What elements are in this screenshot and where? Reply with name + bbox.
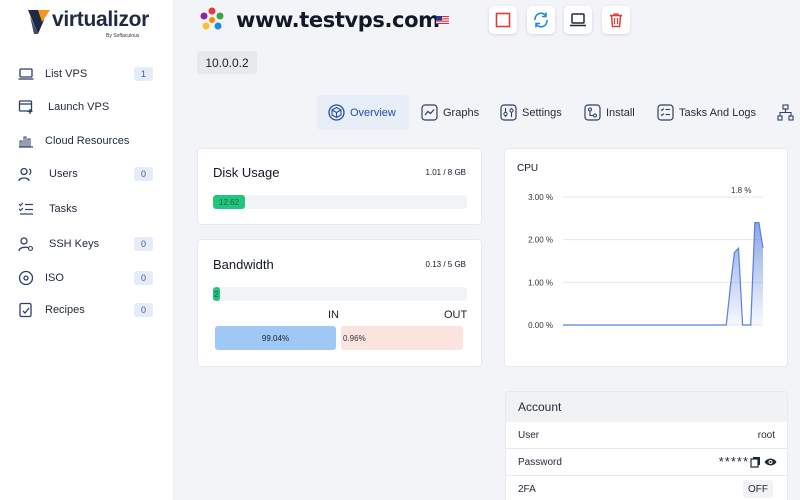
logo-icon <box>28 10 50 34</box>
card-title: Bandwidth <box>213 257 274 272</box>
twofa-status-badge[interactable]: OFF <box>743 480 773 498</box>
restart-button[interactable] <box>527 6 555 34</box>
count-badge: 0 <box>134 237 153 251</box>
count-badge: 0 <box>134 271 153 285</box>
sidebar-item-recipes[interactable]: Recipes 0 <box>0 295 174 325</box>
stop-icon <box>495 12 511 28</box>
graph-icon <box>420 104 438 122</box>
in-label: IN <box>328 309 339 321</box>
sidebar-item-list-vps[interactable]: List VPS 1 <box>0 59 174 89</box>
sidebar-item-label: List VPS <box>45 68 88 80</box>
cube-icon <box>327 104 345 122</box>
key-user-icon <box>17 235 35 253</box>
logo-subtitle: By Softaculous <box>106 33 140 39</box>
disk-progress-bar: 12.62 <box>213 195 467 209</box>
bandwidth-progress-fill: 2 <box>213 287 220 301</box>
y-tick-label: 3.00 % <box>528 193 553 202</box>
tab-label: Tasks And Logs <box>679 106 757 119</box>
tab-label: Install <box>606 106 635 119</box>
launch-icon <box>17 98 35 116</box>
trash-icon <box>610 13 622 28</box>
sidebar-item-ssh-keys[interactable]: SSH Keys 0 <box>0 229 174 259</box>
sidebar-item-tasks[interactable]: Tasks <box>0 194 174 224</box>
password-label: Password <box>518 457 562 468</box>
recipe-icon <box>17 301 35 319</box>
sidebar-item-iso[interactable]: ISO 0 <box>0 263 174 293</box>
eye-icon[interactable] <box>764 457 777 467</box>
disk-progress-fill: 12.62 <box>213 195 246 209</box>
copy-icon[interactable] <box>750 456 761 468</box>
checklist-icon <box>656 104 674 122</box>
sidebar-item-label: Users <box>49 168 78 180</box>
sidebar-item-label: Launch VPS <box>48 101 110 113</box>
cpu-chart: 0.00 % 1.00 % 2.00 % 3.00 % 1.8 % <box>528 186 764 330</box>
count-badge: 0 <box>134 303 153 317</box>
cpu-current-value: 1.8 % <box>731 186 751 195</box>
cpu-area <box>563 222 763 325</box>
tab-overview[interactable]: Overview <box>317 95 409 130</box>
sidebar-item-label: Recipes <box>45 304 85 316</box>
tab-label: Settings <box>522 106 562 119</box>
ip-address-badge: 10.0.0.2 <box>197 51 257 74</box>
tab-graphs[interactable]: Graphs <box>420 95 479 130</box>
os-logo-icon <box>200 7 224 30</box>
out-label: OUT <box>444 309 468 321</box>
y-tick-label: 0.00 % <box>528 321 553 330</box>
tab-label: Overview <box>350 106 396 119</box>
y-tick-label: 2.00 % <box>528 236 553 245</box>
account-user-row: User root <box>505 422 788 449</box>
logo[interactable]: virtualizor By Softaculous <box>28 8 158 39</box>
stop-button[interactable] <box>489 6 517 34</box>
tasks-icon <box>17 200 35 218</box>
sidebar-item-cloud-resources[interactable]: Cloud Resources <box>0 126 174 156</box>
sidebar-item-label: Tasks <box>49 203 78 215</box>
bandwidth-in-value: 99.04% <box>215 326 336 350</box>
users-icon <box>17 165 35 183</box>
y-tick-label: 1.00 % <box>528 278 553 287</box>
bar-chart-icon <box>17 132 35 150</box>
laptop-icon <box>17 65 35 83</box>
console-icon <box>570 13 586 27</box>
tab-network[interactable] <box>776 95 800 130</box>
twofa-label: 2FA <box>518 484 536 495</box>
tab-install[interactable]: Install <box>583 95 635 130</box>
delete-button[interactable] <box>602 6 630 34</box>
network-icon <box>776 104 794 122</box>
sidebar: virtualizor By Softaculous List VPS 1 La… <box>0 0 174 500</box>
sidebar-item-label: SSH Keys <box>49 238 100 250</box>
sidebar-item-users[interactable]: Users 0 <box>0 159 174 189</box>
us-flag-icon <box>436 16 449 24</box>
bandwidth-progress-bar: 2 <box>213 287 467 301</box>
page-title: www.testvps.com <box>236 8 440 32</box>
card-title: Disk Usage <box>213 165 280 180</box>
logo-text: virtualizor <box>52 8 150 31</box>
account-password-row: Password ***** <box>505 449 788 476</box>
user-label: User <box>518 430 540 441</box>
account-header: Account <box>505 391 788 422</box>
bandwidth-usage-value: 0.13 / 5 GB <box>425 260 466 269</box>
bandwidth-out-value: 0.96% <box>341 326 463 350</box>
disc-icon <box>17 269 35 287</box>
sliders-icon <box>499 104 517 122</box>
tab-tasks-and-logs[interactable]: Tasks And Logs <box>656 95 756 130</box>
tab-bar: Overview Graphs Settings Install Tasks A… <box>317 95 800 130</box>
sidebar-item-launch-vps[interactable]: Launch VPS <box>0 92 174 122</box>
console-button[interactable] <box>564 6 592 34</box>
cpu-card: CPU 0.00 % 1.00 % 2.00 % 3.00 % 1.8 % <box>504 148 788 367</box>
disk-usage-card: Disk Usage 1.01 / 8 GB 12.62 <box>197 148 482 225</box>
disk-usage-value: 1.01 / 8 GB <box>425 168 466 177</box>
count-badge: 1 <box>134 67 153 81</box>
password-value: ***** <box>718 454 749 469</box>
install-icon <box>583 104 601 122</box>
account-2fa-row: 2FA OFF <box>505 476 788 500</box>
tab-settings[interactable]: Settings <box>499 95 562 130</box>
user-value: root <box>757 430 775 441</box>
tab-label: Graphs <box>443 106 480 119</box>
count-badge: 0 <box>134 167 153 181</box>
sidebar-item-label: Cloud Resources <box>45 135 130 147</box>
restart-icon <box>534 12 548 28</box>
sidebar-item-label: ISO <box>45 272 64 284</box>
